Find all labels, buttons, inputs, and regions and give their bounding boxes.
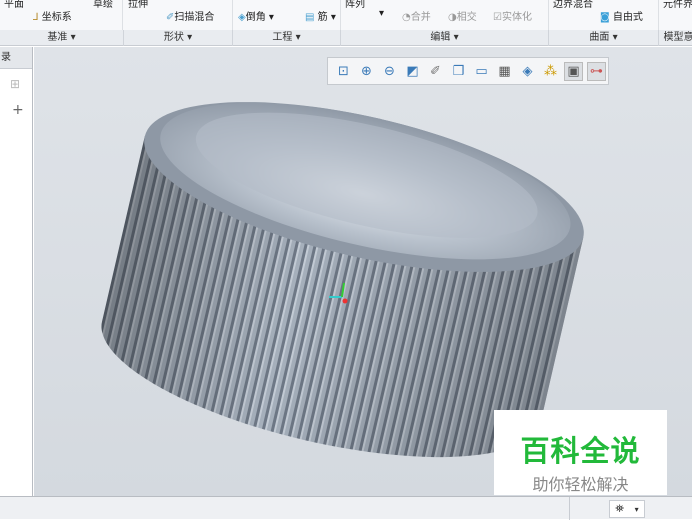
tree-settings-icon[interactable]: ⊞ [10, 77, 20, 91]
group-surfaces[interactable]: 曲面 ▾ [549, 30, 659, 46]
model-tree-panel: 录 ⊞ + [0, 47, 33, 496]
intersect-icon: ◑ [448, 12, 457, 23]
sweep-blend-button[interactable]: ✐扫描混合 [166, 8, 214, 23]
merge-button[interactable]: ◔合并 [402, 8, 431, 23]
annotation-icon[interactable]: ▣ [564, 61, 583, 81]
view-orientation-icon[interactable]: ❒ [449, 62, 468, 81]
zoom-in-icon[interactable]: ⊕ [357, 62, 376, 81]
plane-button[interactable]: 平面 [4, 0, 24, 10]
binoculars-icon: ⛯ [615, 502, 625, 515]
group-editing[interactable]: 编辑 ▾ [341, 30, 549, 46]
pattern-dropdown[interactable]: ▾ [379, 8, 384, 19]
boundary-blend-button[interactable]: 边界混合 [553, 0, 593, 10]
freestyle-icon: ◙ [600, 12, 613, 23]
saved-views-icon[interactable]: ▭ [472, 62, 491, 81]
add-column-button[interactable]: + [12, 102, 24, 118]
watermark-subtitle: 助你轻松解决 [532, 475, 629, 494]
zoom-out-icon[interactable]: ⊖ [380, 62, 399, 81]
chamfer-button[interactable]: ◈倒角 ▾ [238, 8, 274, 23]
solidify-icon: ☑ [493, 12, 502, 23]
group-shapes[interactable]: 形状 ▾ [124, 30, 233, 46]
group-datum[interactable]: 基准 ▾ [0, 30, 124, 46]
repaint-icon[interactable]: ◩ [403, 62, 422, 81]
view-toolbar: ⊡ ⊕ ⊖ ◩ ✐ ❒ ▭ ▦ ◈ ⁂ ▣ ⊶ [327, 57, 609, 85]
intersect-button[interactable]: ◑相交 [448, 8, 477, 23]
rib-icon: ▤ [305, 12, 315, 23]
extrude-button[interactable]: 拉伸 [128, 0, 148, 10]
group-engineering[interactable]: 工程 ▾ [233, 30, 341, 46]
freestyle-button[interactable]: ◙ 自由式 [600, 8, 643, 23]
perspective-icon[interactable]: ◈ [518, 62, 537, 81]
rib-button[interactable]: ▤ 筋 ▾ [305, 8, 336, 23]
solidify-button[interactable]: ☑实体化 [493, 8, 532, 23]
csys-button[interactable]: ⅃ 坐标系 [33, 8, 72, 23]
merge-icon: ◔ [402, 12, 411, 23]
find-dropdown-arrow[interactable]: ▾ [635, 505, 639, 514]
display-style-icon[interactable]: ▦ [495, 62, 514, 81]
watermark: 百科全说 助你轻松解决 [494, 410, 667, 495]
component-interface-button[interactable]: 元件界 [663, 0, 692, 10]
spin-center-icon[interactable]: ✐ [426, 62, 445, 81]
model-tree-toggle-icon[interactable]: ⊶ [587, 61, 606, 81]
model-tree-tab[interactable]: 录 [0, 47, 32, 69]
zoom-fit-icon[interactable]: ⊡ [334, 62, 353, 81]
sketch-button[interactable]: 草绘 [93, 0, 113, 10]
watermark-title: 百科全说 [520, 434, 641, 468]
find-button[interactable]: ⛯ ▾ [609, 500, 645, 518]
datum-display-icon[interactable]: ⁂ [541, 62, 560, 81]
csys-icon: ⅃ [33, 12, 42, 23]
pattern-button[interactable]: 阵列 [345, 0, 365, 10]
ribbon-group-bar: 基准 ▾ 形状 ▾ 工程 ▾ 编辑 ▾ 曲面 ▾ 模型意 [0, 30, 692, 46]
status-bar: ⛯ ▾ [0, 496, 692, 520]
chamfer-icon: ◈ [238, 12, 246, 23]
ribbon: 平面 ⅃ 坐标系 草绘 拉伸 ✐扫描混合 ◈倒角 ▾ ▤ 筋 ▾ 阵列 ▾ ◔合… [0, 0, 692, 30]
group-model-intent[interactable]: 模型意 [659, 30, 692, 46]
